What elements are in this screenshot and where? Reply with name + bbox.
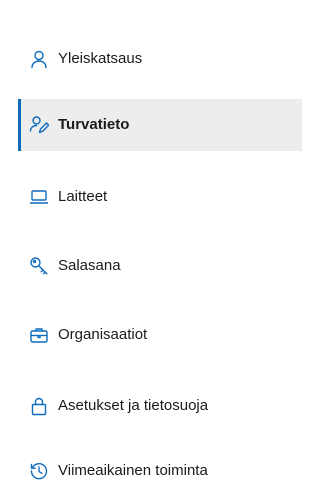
laptop-icon xyxy=(28,186,50,208)
nav-item-settings-privacy[interactable]: Asetukset ja tietosuoja xyxy=(18,380,302,432)
key-icon xyxy=(28,255,50,277)
nav-item-recent-activity[interactable]: Viimeaikainen toiminta xyxy=(18,445,302,497)
lock-icon xyxy=(28,395,50,417)
nav-item-label: Viimeaikainen toiminta xyxy=(58,462,208,479)
person-key-icon xyxy=(28,114,50,136)
sidebar-nav: Yleiskatsaus Turvatieto Laitteet Salasan… xyxy=(0,0,302,498)
person-icon xyxy=(28,48,50,70)
nav-item-organizations[interactable]: Organisaatiot xyxy=(18,309,302,361)
nav-item-label: Turvatieto xyxy=(58,116,130,133)
nav-item-label: Yleiskatsaus xyxy=(58,50,143,67)
history-icon xyxy=(28,460,50,482)
nav-item-label: Organisaatiot xyxy=(58,326,148,343)
nav-item-label: Asetukset ja tietosuoja xyxy=(58,397,209,414)
nav-item-security-info[interactable]: Turvatieto xyxy=(18,99,302,151)
nav-item-devices[interactable]: Laitteet xyxy=(18,171,302,223)
briefcase-icon xyxy=(28,324,50,346)
nav-item-password[interactable]: Salasana xyxy=(18,240,302,292)
nav-item-overview[interactable]: Yleiskatsaus xyxy=(18,33,302,85)
nav-item-label: Salasana xyxy=(58,257,121,274)
nav-item-label: Laitteet xyxy=(58,188,108,205)
